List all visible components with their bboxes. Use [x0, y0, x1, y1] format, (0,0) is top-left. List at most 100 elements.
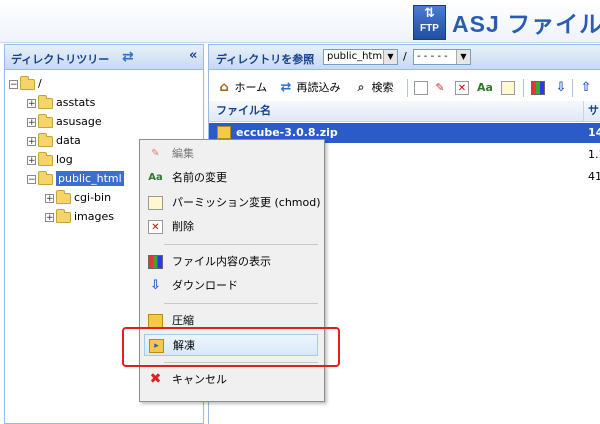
home-button-label: ホーム: [234, 81, 268, 94]
upload-icon[interactable]: ⇧: [579, 81, 593, 95]
chevron-down-icon[interactable]: ▼: [383, 50, 397, 64]
menu-item-chmod[interactable]: パーミッション変更 (chmod): [144, 192, 321, 214]
new-file-icon[interactable]: [414, 81, 428, 95]
tree-node-asstats[interactable]: + asstats: [27, 94, 95, 112]
search-icon: ⌕: [357, 80, 365, 94]
menu-item-cancel[interactable]: ✖ キャンセル: [144, 369, 318, 391]
expand-toggle-icon[interactable]: +: [27, 136, 36, 146]
expand-toggle-icon[interactable]: +: [45, 193, 54, 203]
delete-icon: ✕: [148, 220, 163, 234]
menu-item-label: 削除: [172, 220, 194, 233]
menu-item-edit[interactable]: ✎ 編集: [144, 143, 318, 165]
folder-icon: [38, 94, 53, 109]
compress-icon: [148, 314, 163, 328]
menu-separator: [164, 303, 318, 304]
dir-select[interactable]: public_html ▼: [323, 49, 398, 65]
tree-node-public-html[interactable]: − public_html: [27, 170, 124, 188]
toolbar-divider: [407, 79, 408, 97]
cancel-icon: ✖: [149, 371, 162, 387]
menu-item-label: パーミッション変更 (chmod): [172, 196, 321, 209]
dir-select-value: public_html: [327, 51, 385, 62]
reload-button[interactable]: ⇄ 再読込み: [279, 79, 341, 97]
home-icon: ⌂: [219, 80, 229, 95]
folder-open-icon: [20, 75, 35, 90]
file-size: 41: [588, 170, 600, 183]
menu-item-rename[interactable]: Aa 名前の変更: [144, 167, 318, 189]
expand-toggle-icon[interactable]: +: [27, 155, 36, 165]
view-grid-icon[interactable]: [531, 81, 545, 95]
menu-item-label: キャンセル: [172, 373, 227, 386]
folder-icon: [38, 151, 53, 166]
zip-file-icon: [217, 126, 231, 139]
folder-icon: [38, 132, 53, 147]
subdir-select[interactable]: - - - - - ▼: [413, 49, 471, 65]
key-icon[interactable]: [501, 81, 515, 95]
app-header: ⇅ FTP ASJ ファイル: [0, 0, 600, 43]
key-icon: [148, 196, 163, 210]
tree-node-label: images: [74, 210, 114, 223]
tree-node-label-selected: public_html: [56, 171, 124, 186]
tree-node-images[interactable]: + images: [45, 208, 114, 226]
tree-node-root[interactable]: − /: [9, 75, 42, 93]
subdir-select-value: - - - - -: [417, 51, 448, 62]
column-size[interactable]: サ: [588, 101, 599, 121]
rename-icon[interactable]: Aa: [477, 81, 493, 95]
logo-badge-text: FTP: [420, 23, 439, 34]
chevron-down-icon[interactable]: ▼: [456, 50, 470, 64]
directory-tree-header: ディレクトリツリー ⇄ «: [4, 44, 204, 70]
menu-item-download[interactable]: ⇩ ダウンロード: [144, 275, 318, 297]
directory-tree-title: ディレクトリツリー: [11, 53, 110, 66]
tree-node-cgi-bin[interactable]: + cgi-bin: [45, 189, 111, 207]
menu-item-delete[interactable]: ✕ 削除: [144, 216, 318, 238]
search-button[interactable]: ⌕ 検索: [354, 79, 394, 97]
folder-icon: [56, 189, 71, 204]
collapse-toggle-icon[interactable]: −: [9, 79, 18, 89]
menu-item-label: 編集: [172, 147, 194, 160]
menu-item-view-contents[interactable]: ファイル内容の表示: [144, 251, 318, 273]
column-divider: [583, 101, 584, 121]
file-grid-header: ファイル名 サ: [209, 101, 600, 122]
file-list-header: ディレクトリを参照 public_html ▼ / - - - - - ▼: [208, 44, 600, 70]
tree-node-label: data: [56, 134, 81, 147]
rename-icon: Aa: [148, 172, 163, 183]
collapse-icon[interactable]: «: [189, 48, 197, 63]
ftp-logo-icon: ⇅ FTP: [413, 5, 446, 40]
dir-browse-label: ディレクトリを参照: [216, 53, 315, 66]
menu-item-label: ダウンロード: [172, 279, 238, 292]
tree-node-label: cgi-bin: [74, 191, 112, 204]
folder-icon: [38, 113, 53, 128]
menu-separator: [164, 244, 318, 245]
toolbar-divider: [572, 79, 573, 97]
file-size: 1.1: [588, 148, 600, 161]
reload-icon: ⇄: [280, 80, 292, 95]
column-filename[interactable]: ファイル名: [216, 101, 271, 121]
tree-node-asusage[interactable]: + asusage: [27, 113, 102, 131]
expand-toggle-icon[interactable]: +: [27, 117, 36, 127]
collapse-toggle-icon[interactable]: −: [27, 174, 36, 184]
sync-icon[interactable]: ⇄: [122, 49, 134, 65]
tree-node-log[interactable]: + log: [27, 151, 73, 169]
folder-open-icon: [38, 170, 53, 185]
toolbar-divider: [523, 79, 524, 97]
highlight-annotation-box: [122, 327, 340, 367]
tree-node-label: asstats: [56, 96, 96, 109]
menu-item-label: 名前の変更: [172, 171, 227, 184]
home-button[interactable]: ⌂ ホーム: [217, 79, 267, 97]
folder-icon: [56, 208, 71, 223]
brand-title: ASJ ファイル: [452, 11, 600, 37]
reload-button-label: 再読込み: [296, 81, 341, 94]
edit-icon[interactable]: ✎: [433, 81, 447, 95]
download-icon[interactable]: ⇩: [554, 81, 568, 95]
search-button-label: 検索: [371, 81, 394, 94]
tree-node-label: /: [38, 77, 42, 90]
download-icon: ⇩: [150, 278, 161, 293]
menu-item-label: ファイル内容の表示: [172, 255, 271, 268]
expand-toggle-icon[interactable]: +: [45, 212, 54, 222]
path-separator: /: [403, 50, 407, 63]
transfer-arrows-icon: ⇅: [424, 6, 435, 21]
delete-icon[interactable]: ✕: [455, 81, 469, 95]
expand-toggle-icon[interactable]: +: [27, 98, 36, 108]
tree-node-data[interactable]: + data: [27, 132, 81, 150]
tree-node-label: asusage: [56, 115, 102, 128]
view-grid-icon: [148, 255, 163, 269]
